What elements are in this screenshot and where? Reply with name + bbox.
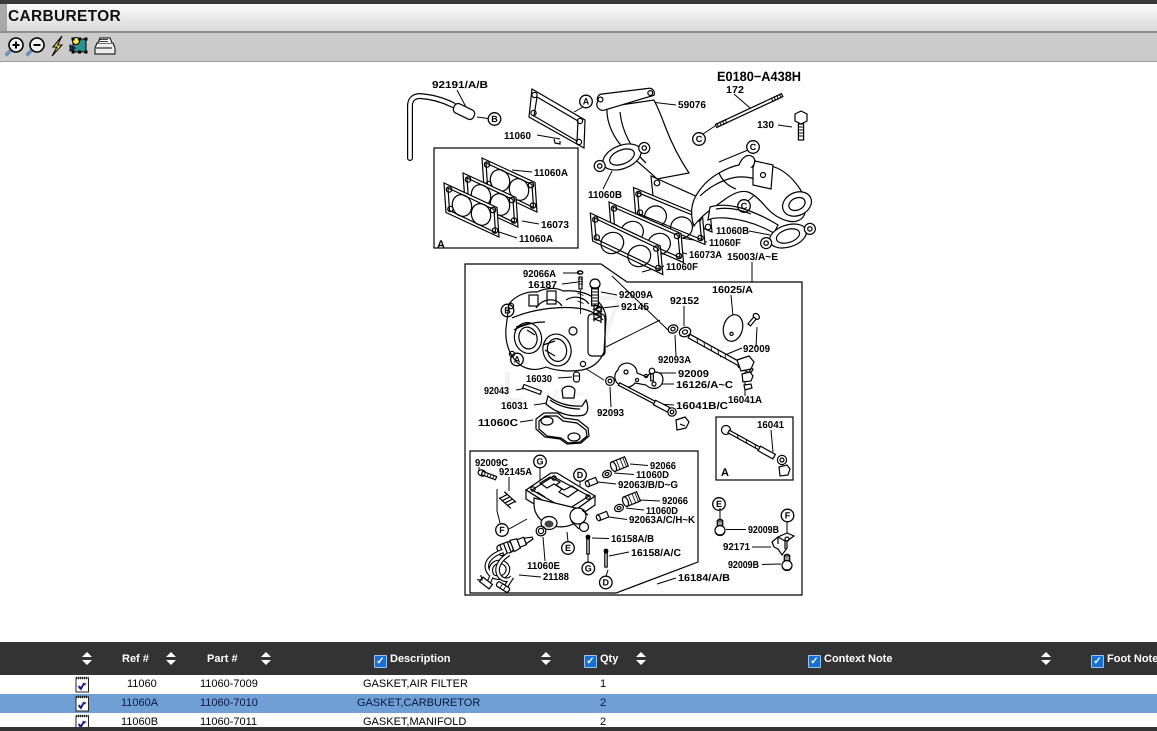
svg-text:92063A/C/H~K: 92063A/C/H~K (629, 515, 696, 526)
svg-text:92043: 92043 (484, 386, 509, 397)
svg-text:92063/B/D~G: 92063/B/D~G (618, 480, 678, 491)
svg-text:16041B/C: 16041B/C (676, 401, 728, 412)
svg-text:E: E (716, 499, 722, 509)
svg-text:G: G (585, 564, 592, 574)
svg-text:F: F (499, 525, 505, 535)
svg-text:92145A: 92145A (499, 467, 532, 478)
svg-text:92066A: 92066A (523, 269, 556, 280)
svg-text:92171: 92171 (723, 542, 750, 553)
svg-text:A: A (583, 97, 590, 107)
svg-text:92009: 92009 (678, 369, 709, 380)
svg-text:16158A/B: 16158A/B (611, 534, 654, 545)
svg-text:A: A (721, 467, 729, 479)
svg-text:G: G (536, 457, 543, 467)
svg-text:16025/A: 16025/A (712, 285, 753, 296)
svg-text:16041A: 16041A (728, 395, 762, 406)
svg-text:92152: 92152 (670, 296, 699, 307)
svg-text:92009B: 92009B (748, 525, 779, 536)
svg-text:D: D (577, 470, 584, 480)
svg-text:11060F: 11060F (709, 238, 741, 249)
svg-text:C: C (750, 142, 757, 152)
svg-text:C: C (741, 201, 748, 211)
svg-text:C: C (696, 134, 703, 144)
svg-text:130: 130 (757, 120, 774, 131)
svg-text:B: B (491, 114, 498, 124)
svg-text:A: A (437, 239, 445, 251)
svg-text:11060A: 11060A (519, 234, 553, 245)
svg-text:B: B (504, 306, 511, 316)
svg-text:11060B: 11060B (716, 226, 749, 237)
svg-text:16031: 16031 (501, 401, 528, 412)
svg-text:16030: 16030 (526, 374, 552, 385)
svg-text:F: F (785, 511, 791, 521)
svg-text:16073: 16073 (541, 220, 569, 231)
svg-text:16041: 16041 (757, 420, 784, 431)
svg-text:11060: 11060 (504, 131, 531, 142)
svg-text:92093A: 92093A (658, 355, 691, 366)
svg-text:16184/A/B: 16184/A/B (678, 573, 730, 584)
svg-text:92093: 92093 (597, 408, 624, 419)
svg-text:92009: 92009 (743, 344, 770, 355)
svg-text:59076: 59076 (678, 100, 706, 111)
svg-text:16126/A~C: 16126/A~C (676, 380, 733, 391)
svg-text:16073A: 16073A (689, 250, 722, 261)
svg-text:D: D (603, 578, 610, 588)
svg-text:11060C: 11060C (478, 418, 518, 429)
svg-text:92191/A/B: 92191/A/B (432, 80, 488, 91)
svg-text:11060F: 11060F (666, 262, 698, 273)
svg-text:16158/A/C: 16158/A/C (631, 548, 681, 559)
svg-text:11060E: 11060E (527, 561, 560, 572)
svg-text:11060A: 11060A (534, 168, 568, 179)
svg-text:E0180−A438H: E0180−A438H (717, 69, 801, 84)
svg-text:92009B: 92009B (728, 560, 759, 571)
svg-text:15003/A~E: 15003/A~E (727, 252, 778, 263)
svg-text:21188: 21188 (543, 572, 569, 583)
svg-text:11060B: 11060B (588, 190, 622, 201)
svg-text:172: 172 (726, 85, 744, 96)
svg-text:E: E (565, 543, 571, 553)
svg-text:A: A (514, 355, 521, 365)
